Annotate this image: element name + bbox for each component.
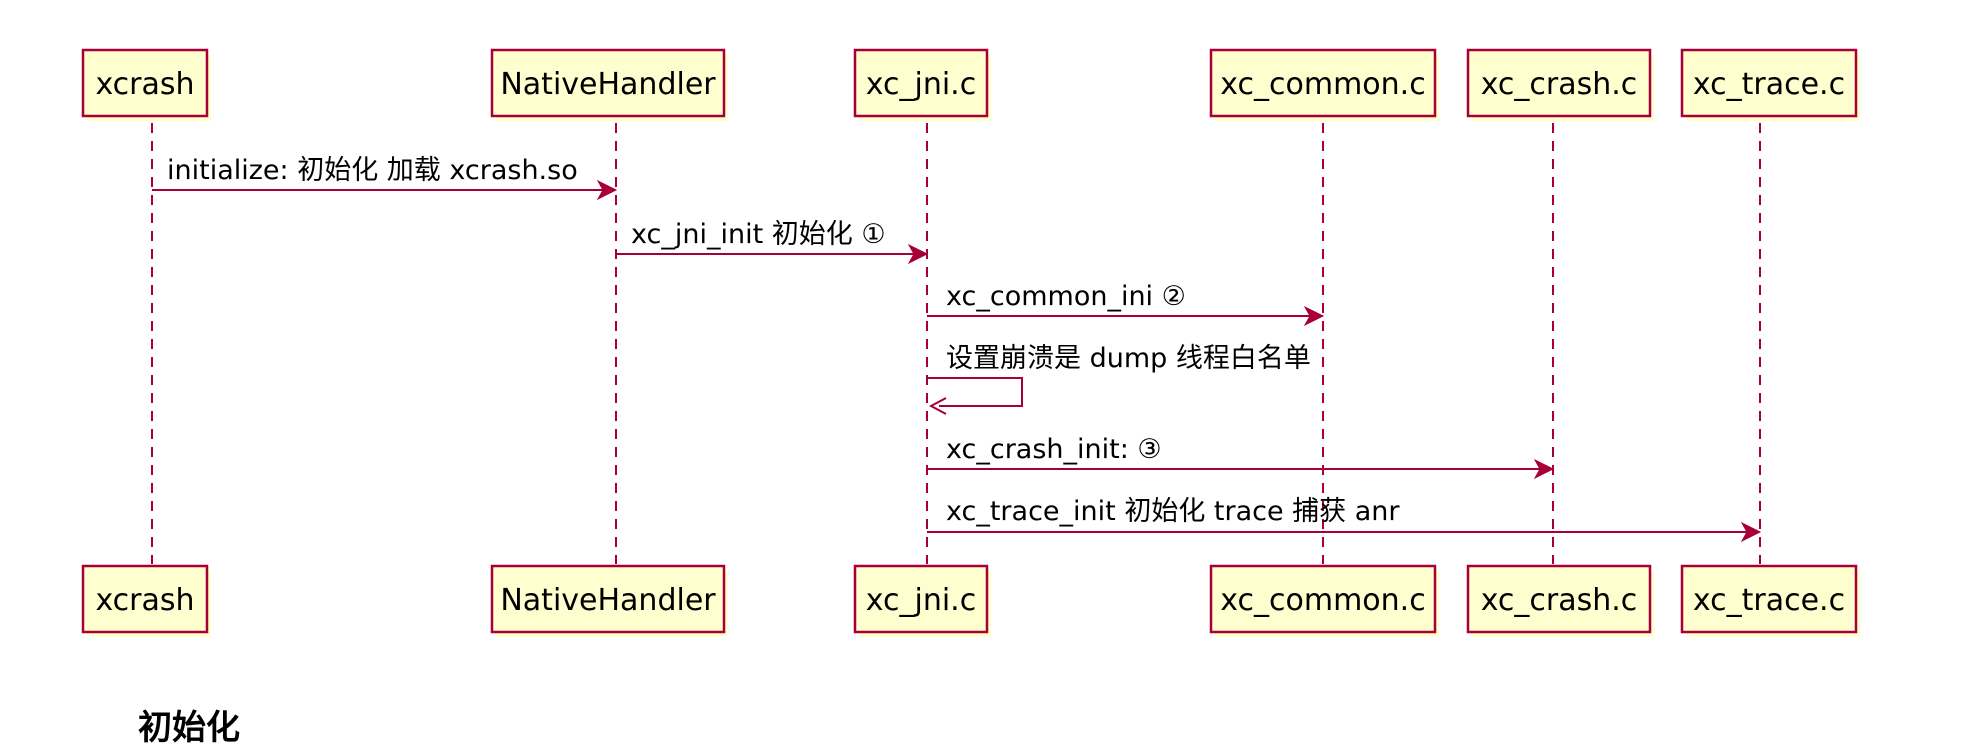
participant-label: xc_crash.c bbox=[1481, 67, 1638, 102]
participant-label: xc_trace.c bbox=[1693, 583, 1845, 618]
participant-label: xc_jni.c bbox=[866, 67, 976, 102]
message-label: initialize: 初始化 加载 xcrash.so bbox=[167, 155, 578, 186]
participant-label: xcrash bbox=[95, 67, 194, 102]
participant-xc-common-bottom: xc_common.c bbox=[1209, 564, 1439, 637]
participant-xc-jni-bottom: xc_jni.c bbox=[853, 564, 991, 637]
participant-native-handler-top: NativeHandler bbox=[490, 48, 728, 121]
participant-xc-common-top: xc_common.c bbox=[1209, 48, 1439, 121]
message-initialize: initialize: 初始化 加载 xcrash.so bbox=[152, 155, 618, 201]
message-xc-crash-init: xc_crash_init: ③ bbox=[927, 434, 1555, 480]
participant-label: NativeHandler bbox=[500, 583, 716, 618]
sequence-diagram: xcrash NativeHandler xc_jni.c xc_common.… bbox=[81, 48, 1860, 637]
participant-label: xc_common.c bbox=[1220, 67, 1425, 102]
participant-xc-crash-top: xc_crash.c bbox=[1466, 48, 1654, 121]
section-caption: 初始化 bbox=[138, 708, 240, 748]
participant-label: xc_trace.c bbox=[1693, 67, 1845, 102]
message-label: xc_jni_init 初始化 ① bbox=[631, 219, 886, 250]
participant-label: xc_common.c bbox=[1220, 583, 1425, 618]
participant-label: xcrash bbox=[95, 583, 194, 618]
message-label: xc_common_ini ② bbox=[946, 281, 1186, 312]
message-self-whitelist: 设置崩溃是 dump 线程白名单 bbox=[927, 343, 1311, 415]
message-xc-trace-init: xc_trace_init 初始化 trace 捕获 anr bbox=[927, 496, 1762, 543]
message-xc-common-ini: xc_common_ini ② bbox=[927, 281, 1325, 327]
participant-label: xc_jni.c bbox=[866, 583, 976, 618]
message-xc-jni-init: xc_jni_init 初始化 ① bbox=[616, 219, 929, 265]
participant-label: NativeHandler bbox=[500, 67, 716, 102]
message-label: xc_crash_init: ③ bbox=[946, 434, 1162, 465]
participant-xc-trace-bottom: xc_trace.c bbox=[1680, 564, 1860, 637]
participant-native-handler-bottom: NativeHandler bbox=[490, 564, 728, 637]
participant-xcrash-bottom: xcrash bbox=[81, 564, 211, 637]
message-label: xc_trace_init 初始化 trace 捕获 anr bbox=[946, 496, 1400, 527]
participant-label: xc_crash.c bbox=[1481, 583, 1638, 618]
message-label: 设置崩溃是 dump 线程白名单 bbox=[946, 343, 1311, 374]
participant-xc-trace-top: xc_trace.c bbox=[1680, 48, 1860, 121]
participant-xcrash-top: xcrash bbox=[81, 48, 211, 121]
participant-xc-jni-top: xc_jni.c bbox=[853, 48, 991, 121]
participant-xc-crash-bottom: xc_crash.c bbox=[1466, 564, 1654, 637]
